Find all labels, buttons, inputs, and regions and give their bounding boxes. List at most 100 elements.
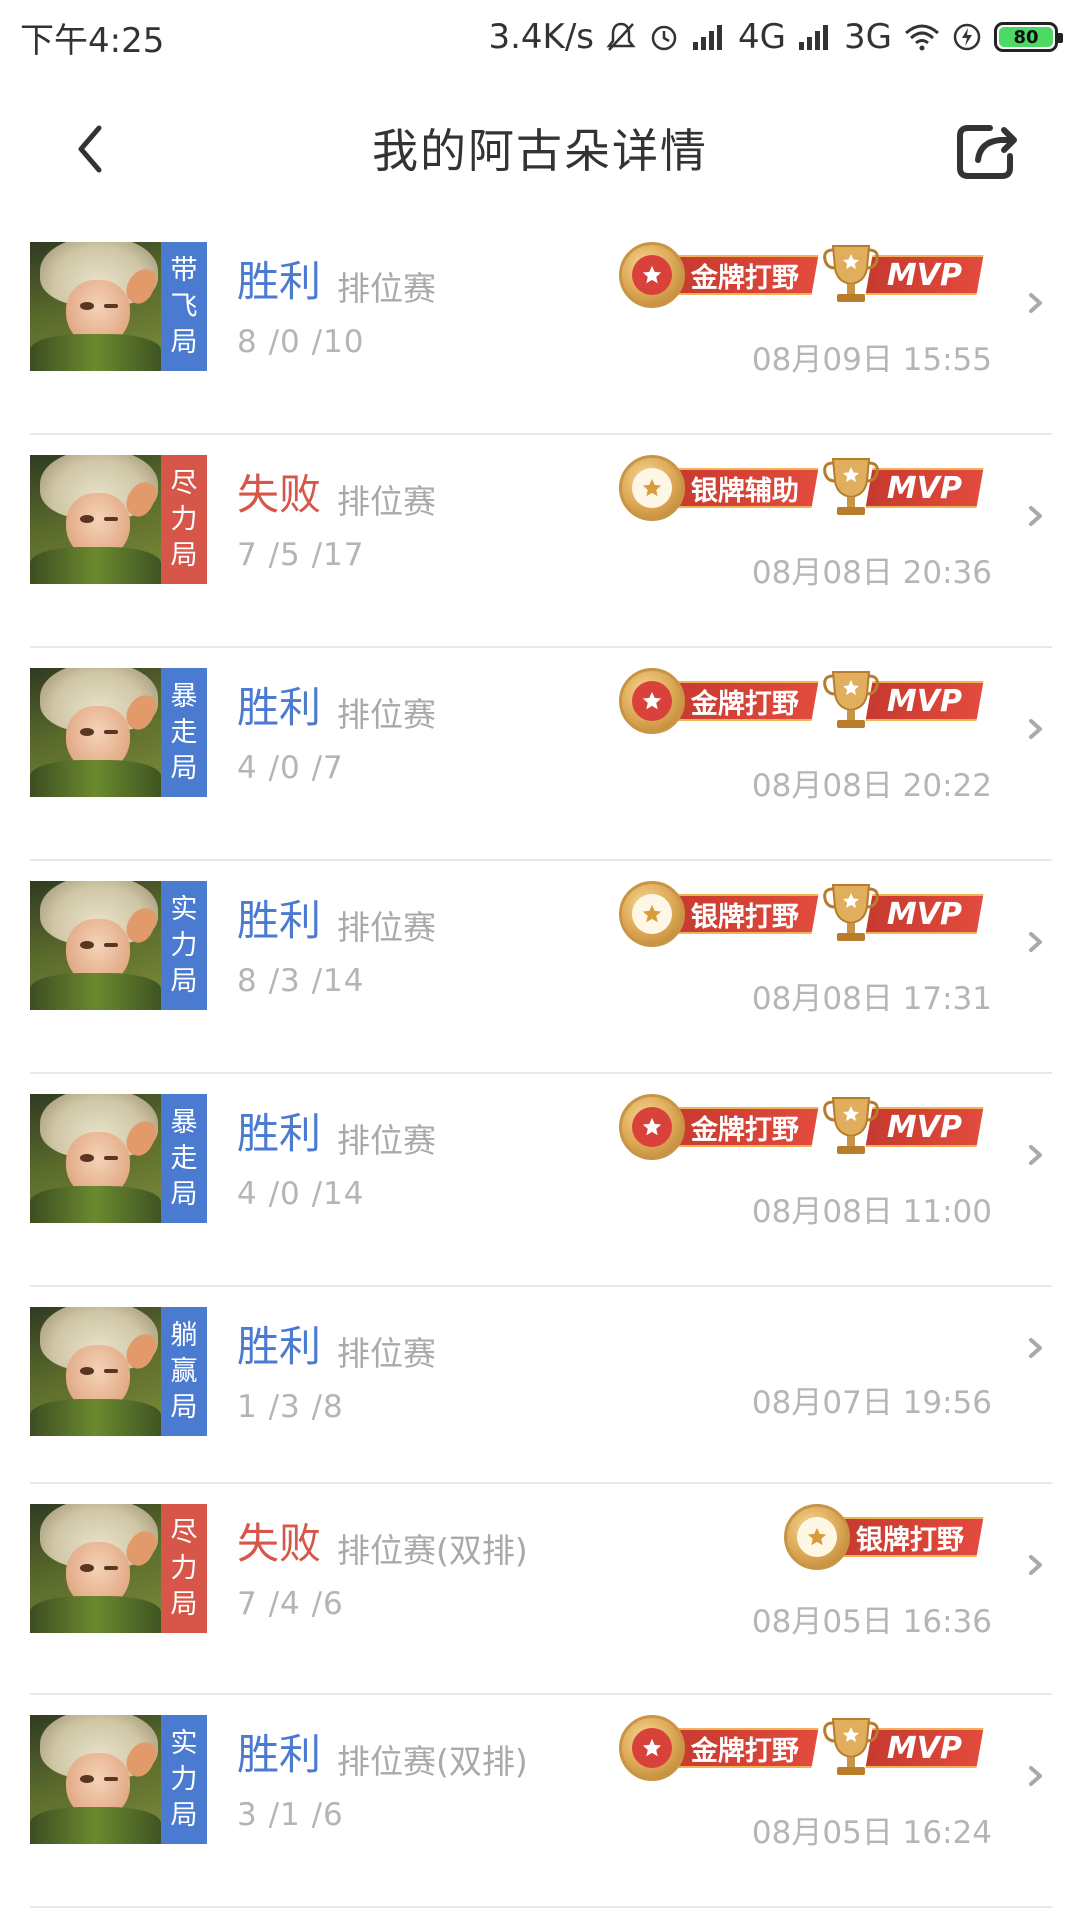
medal-label: 金牌打野 [690,688,799,720]
hero-avatar-wrap: 实 力 局 [30,1715,207,1844]
wifi-icon [904,23,940,51]
match-kda: 8 /0 /10 [237,324,365,360]
trophy-icon [823,1715,879,1781]
mvp-badge: MVP [823,1092,984,1162]
match-result: 失败 [237,1519,322,1568]
match-result: 胜利 [237,257,322,306]
row-arrow-icon [1024,288,1048,318]
tag-char-3: 局 [170,539,198,571]
tag-char-1: 尽 [170,467,198,499]
match-row[interactable]: 实 力 局 胜利 排位赛 8 /3 /14 银牌打野 MVP 08月08日 17:… [30,861,1052,1074]
performance-tag: 暴 走 局 [161,668,207,797]
mvp-ribbon: MVP [865,681,984,721]
badges: 银牌辅助 MVP [618,453,984,523]
match-kda: 1 /3 /8 [237,1389,344,1425]
charging-icon [952,22,982,52]
signal-icon [692,24,726,50]
mvp-label: MVP [886,257,962,293]
tag-char-2: 赢 [170,1355,198,1387]
tag-char-2: 走 [170,1142,198,1174]
match-mode: 排位赛(双排) [337,1531,528,1570]
match-mode: 排位赛 [337,695,436,734]
medal-icon [618,1094,685,1160]
battery-level: 80 [999,27,1053,48]
tag-char-1: 带 [170,254,198,286]
hero-avatar [30,881,161,1010]
match-time: 08月08日 11:00 [751,1194,992,1230]
mvp-ribbon: MVP [865,255,984,295]
row-arrow-icon [1024,1333,1048,1363]
medal-ribbon: 银牌打野 [832,1517,984,1557]
tag-char-2: 力 [170,1763,198,1795]
hero-avatar [30,1504,161,1633]
status-icons: 3.4K/s 4G 3G 80 [488,17,1063,57]
match-row[interactable]: 尽 力 局 失败 排位赛(双排) 7 /4 /6 银牌打野 08月05日 16:… [30,1484,1052,1695]
signal-icon [798,24,832,50]
status-bar: 下午4:25 3.4K/s 4G 3G 80 [0,0,1080,74]
medal-icon [618,1715,685,1781]
medal-badge: 金牌打野 [618,1092,819,1162]
tag-char-1: 实 [170,893,198,925]
medal-label: 金牌打野 [690,1114,799,1146]
medal-label: 银牌打野 [690,901,799,933]
medal-label: 金牌打野 [690,262,799,294]
badges: 金牌打野 MVP [618,240,984,310]
mvp-label: MVP [886,896,962,932]
trophy-icon [823,242,879,308]
medal-ribbon: 金牌打野 [667,255,819,295]
mvp-label: MVP [886,470,962,506]
match-result: 胜利 [237,683,322,732]
match-result: 失败 [237,470,322,519]
medal-icon [618,242,685,308]
medal-ribbon: 金牌打野 [667,1728,819,1768]
match-row[interactable]: 暴 走 局 胜利 排位赛 4 /0 /7 金牌打野 MVP 08月08日 20:2… [30,648,1052,861]
status-time: 下午4:25 [20,20,165,61]
medal-icon [618,881,685,947]
mvp-badge: MVP [823,666,984,736]
match-row[interactable]: 尽 力 局 失败 排位赛 7 /5 /17 银牌辅助 MVP 08月08日 20:… [30,435,1052,648]
hero-avatar-wrap: 躺 赢 局 [30,1307,207,1436]
performance-tag: 实 力 局 [161,1715,207,1844]
match-time: 08月09日 15:55 [751,342,992,378]
mvp-label: MVP [886,1730,962,1766]
alarm-icon [648,21,680,53]
page-title: 我的阿古朵详情 [372,124,708,178]
medal-badge: 银牌打野 [618,879,819,949]
tag-char-1: 实 [170,1727,198,1759]
tag-char-1: 暴 [170,1106,198,1138]
performance-tag: 实 力 局 [161,881,207,1010]
match-result: 胜利 [237,1730,322,1779]
match-row[interactable]: 躺 赢 局 胜利 排位赛 1 /3 /8 08月07日 19:56 [30,1287,1052,1484]
match-mode: 排位赛 [337,908,436,947]
mvp-label: MVP [886,1109,962,1145]
share-icon [957,125,1017,179]
hero-avatar-wrap: 实 力 局 [30,881,207,1010]
match-row[interactable]: 带 飞 局 胜利 排位赛 8 /0 /10 金牌打野 MVP 08月09日 15:… [30,222,1052,435]
match-kda: 3 /1 /6 [237,1797,344,1833]
match-result: 胜利 [237,1322,322,1371]
back-button[interactable] [60,114,120,184]
net-speed: 3.4K/s [488,17,595,57]
medal-badge: 金牌打野 [618,666,819,736]
trophy-icon [823,455,879,521]
badges: 金牌打野 MVP [618,666,984,736]
badges: 金牌打野 MVP [618,1092,984,1162]
mvp-ribbon: MVP [865,1728,984,1768]
match-time: 08月05日 16:36 [751,1604,992,1640]
mvp-ribbon: MVP [865,468,984,508]
share-button[interactable] [948,110,1028,190]
tag-char-3: 局 [170,326,198,358]
performance-tag: 带 飞 局 [161,242,207,371]
medal-icon [784,1504,850,1570]
battery-icon: 80 [994,22,1063,52]
medal-icon [618,668,685,734]
hero-avatar-wrap: 暴 走 局 [30,668,207,797]
hero-avatar [30,1307,161,1436]
tag-char-2: 力 [170,503,198,535]
tag-char-2: 力 [170,1552,198,1584]
match-time: 08月08日 20:22 [751,768,992,804]
hero-avatar [30,1715,161,1844]
match-row[interactable]: 暴 走 局 胜利 排位赛 4 /0 /14 金牌打野 MVP 08月08日 11:… [30,1074,1052,1287]
match-result: 胜利 [237,1109,322,1158]
match-row[interactable]: 实 力 局 胜利 排位赛(双排) 3 /1 /6 金牌打野 MVP 08月05日 … [30,1695,1052,1908]
